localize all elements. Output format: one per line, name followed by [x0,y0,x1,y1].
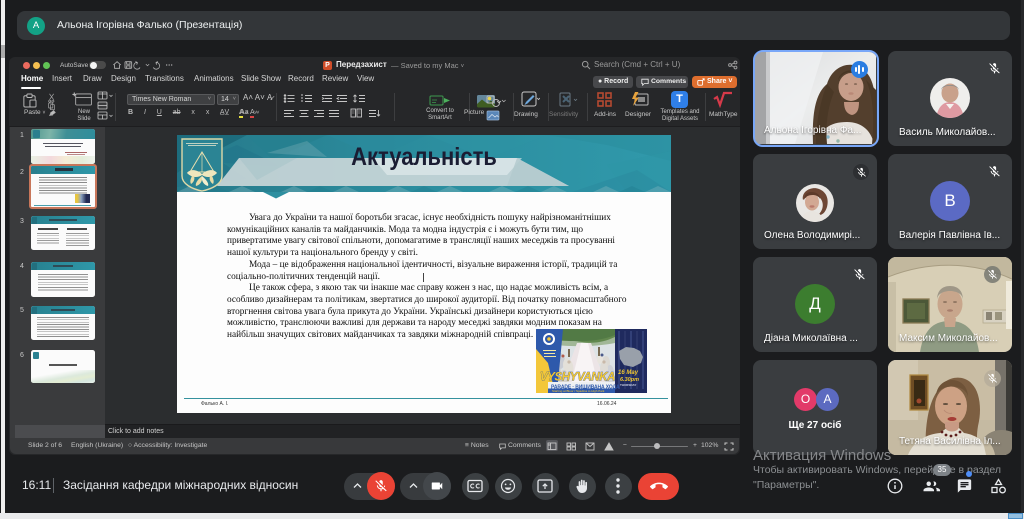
svg-text:16 May: 16 May [618,370,639,376]
svg-text:VYSHYVANKA: VYSHYVANKA [540,372,615,384]
svg-text:THURSDAY: THURSDAY [620,383,636,387]
svg-text:Starting at Bloor / Spadina to: Starting at Bloor / Spadina to High Park [552,389,605,393]
